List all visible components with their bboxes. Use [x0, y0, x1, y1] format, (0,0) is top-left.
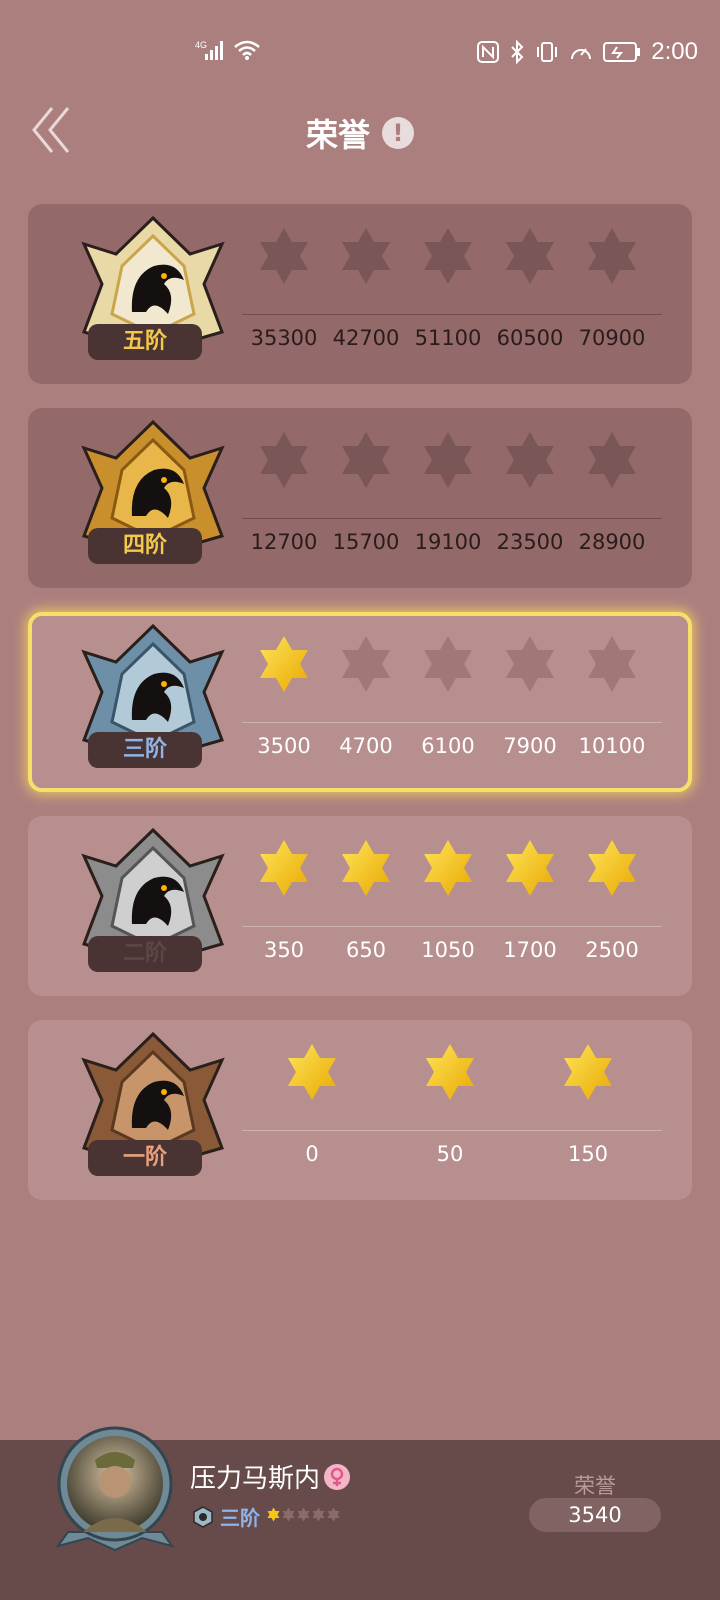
- star-filled-icon: [420, 1042, 480, 1102]
- avatar[interactable]: [48, 1420, 182, 1554]
- threshold-value: 60500: [496, 326, 564, 350]
- svg-text:4G: 4G: [195, 40, 207, 50]
- star-row: [242, 430, 662, 500]
- divider: [242, 926, 662, 927]
- threshold-value: 350: [263, 938, 305, 962]
- speed-gauge-icon: [569, 41, 593, 63]
- divider: [242, 314, 662, 315]
- threshold-value: 0: [305, 1142, 319, 1166]
- threshold-row: 0 50 150: [242, 1142, 662, 1174]
- threshold-value: 7900: [503, 734, 557, 758]
- bluetooth-icon: [509, 40, 525, 64]
- clock-time: 2:00: [651, 38, 698, 65]
- honor-value: 3540: [529, 1498, 661, 1532]
- star-empty-icon: [500, 226, 560, 286]
- rank-stars: [266, 1507, 341, 1526]
- wifi-icon: [233, 39, 261, 61]
- threshold-value: 19100: [414, 530, 482, 554]
- star-empty-icon: [500, 634, 560, 694]
- star-empty-icon: [582, 226, 642, 286]
- star-empty-icon: [418, 430, 478, 490]
- rank-emblem-icon: [193, 1505, 213, 1528]
- star-empty-icon: [296, 1507, 311, 1526]
- threshold-value: 15700: [332, 530, 400, 554]
- honor-label: 荣誉: [574, 1474, 616, 1498]
- star-empty-icon: [254, 430, 314, 490]
- star-row: [242, 838, 662, 908]
- threshold-row: 350 650 1050 1700 2500: [242, 938, 662, 970]
- threshold-row: 35300 42700 51100 60500 70900: [242, 326, 662, 358]
- tier-card-5[interactable]: 五阶 35300 42700 51100 60500 70900: [28, 204, 692, 384]
- star-filled-icon: [282, 1042, 342, 1102]
- threshold-value: 50: [436, 1142, 464, 1166]
- profile-bar: 压力马斯内 三阶 荣誉 3540: [0, 1426, 720, 1600]
- star-empty-icon: [418, 226, 478, 286]
- star-filled-icon: [500, 838, 560, 898]
- star-empty-icon: [254, 226, 314, 286]
- star-filled-icon: [418, 838, 478, 898]
- threshold-value: 3500: [257, 734, 311, 758]
- threshold-value: 6100: [421, 734, 475, 758]
- star-filled-icon: [254, 634, 314, 694]
- star-empty-icon: [336, 634, 396, 694]
- nfc-icon: [477, 41, 500, 63]
- threshold-value: 42700: [332, 326, 400, 350]
- threshold-value: 150: [567, 1142, 609, 1166]
- star-empty-icon: [281, 1507, 296, 1526]
- tier-label: 一阶: [88, 1140, 202, 1176]
- star-row: [242, 1042, 662, 1112]
- tier-card-4[interactable]: 四阶 12700 15700 19100 23500 28900: [28, 408, 692, 588]
- star-empty-icon: [336, 430, 396, 490]
- star-filled-icon: [336, 838, 396, 898]
- info-icon[interactable]: !: [382, 117, 414, 149]
- threshold-value: 28900: [578, 530, 646, 554]
- threshold-value: 12700: [250, 530, 318, 554]
- threshold-value: 4700: [339, 734, 393, 758]
- tier-card-3[interactable]: 三阶 3500 4700 6100 7900 10100: [28, 612, 692, 792]
- rank-row: 三阶: [192, 1502, 341, 1531]
- star-empty-icon: [336, 226, 396, 286]
- star-empty-icon: [311, 1507, 326, 1526]
- star-filled-icon: [582, 838, 642, 898]
- threshold-row: 3500 4700 6100 7900 10100: [242, 734, 662, 766]
- divider: [242, 1130, 662, 1131]
- star-empty-icon: [418, 634, 478, 694]
- tier-label: 四阶: [88, 528, 202, 564]
- divider: [242, 722, 662, 723]
- star-empty-icon: [582, 634, 642, 694]
- star-row: [242, 226, 662, 296]
- threshold-row: 12700 15700 19100 23500 28900: [242, 530, 662, 562]
- battery-icon: [603, 41, 641, 63]
- rank-label: 三阶: [220, 1506, 260, 1530]
- star-row: [242, 634, 662, 704]
- tier-label: 五阶: [88, 324, 202, 360]
- threshold-value: 10100: [578, 734, 646, 758]
- threshold-value: 1700: [503, 938, 557, 962]
- tier-label: 二阶: [88, 936, 202, 972]
- threshold-value: 51100: [414, 326, 482, 350]
- username: 压力马斯内: [190, 1464, 321, 1494]
- star-filled-icon: [558, 1042, 618, 1102]
- star-empty-icon: [582, 430, 642, 490]
- tier-label: 三阶: [88, 732, 202, 768]
- threshold-value: 35300: [250, 326, 318, 350]
- threshold-value: 1050: [421, 938, 475, 962]
- divider: [242, 518, 662, 519]
- top-bar: 荣誉!: [0, 100, 720, 180]
- star-empty-icon: [500, 430, 560, 490]
- threshold-value: 70900: [578, 326, 646, 350]
- signal-icon: 4G: [195, 38, 225, 62]
- star-filled-icon: [254, 838, 314, 898]
- status-bar: 4G 2:00: [0, 0, 720, 100]
- star-empty-icon: [326, 1507, 341, 1526]
- star-filled-icon: [266, 1507, 281, 1526]
- tier-card-2[interactable]: 二阶 350 650 1050 1700 2500: [28, 816, 692, 996]
- threshold-value: 23500: [496, 530, 564, 554]
- vibrate-icon: [535, 41, 559, 63]
- threshold-value: 2500: [585, 938, 639, 962]
- tier-card-1[interactable]: 一阶 0 50 150: [28, 1020, 692, 1200]
- threshold-value: 650: [345, 938, 387, 962]
- page-title: 荣誉: [305, 116, 370, 154]
- female-gender-icon: [324, 1464, 350, 1490]
